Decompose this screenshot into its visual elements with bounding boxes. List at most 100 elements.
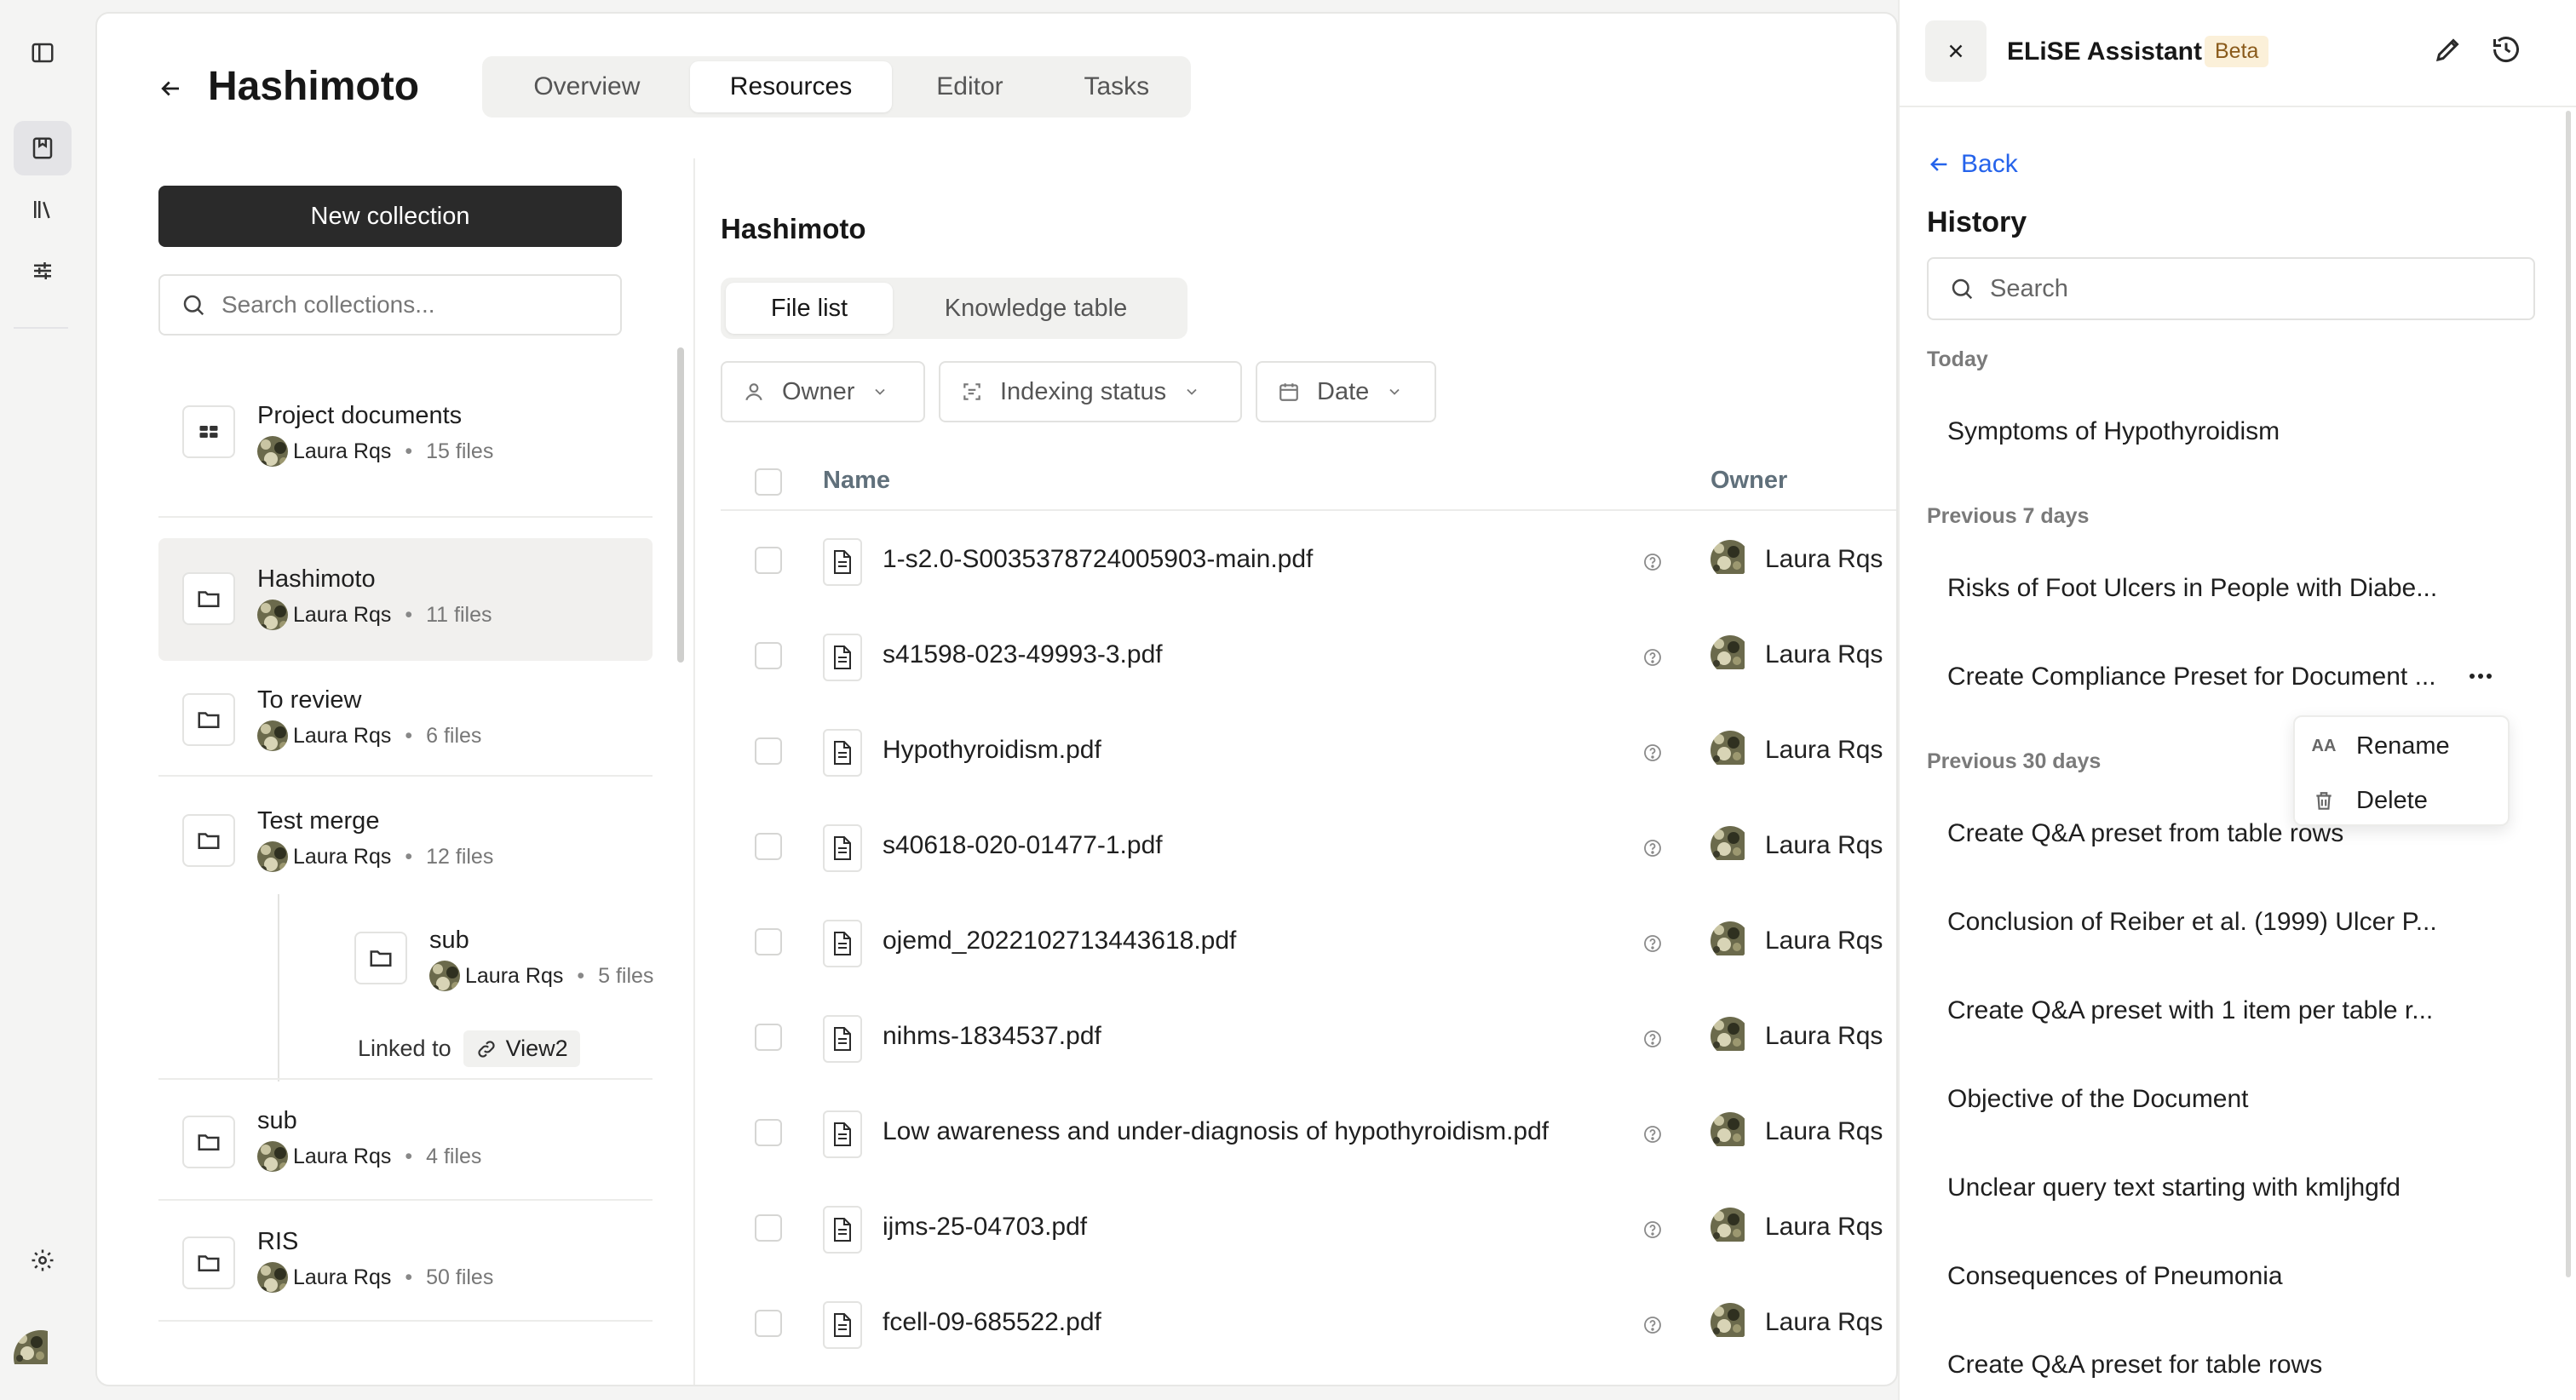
row-checkbox[interactable] (755, 1310, 782, 1337)
edit-pencil-icon[interactable] (2433, 34, 2464, 65)
collection-item[interactable]: To review Laura Rqs • 6 files (158, 673, 653, 780)
avatar (1711, 731, 1750, 770)
help-circle-icon[interactable] (1642, 1124, 1663, 1145)
row-checkbox[interactable] (755, 1214, 782, 1242)
owner-name: Laura Rqs (293, 1265, 392, 1289)
tab-editor[interactable]: Editor (895, 61, 1044, 112)
new-collection-button[interactable]: New collection (158, 186, 622, 247)
column-name[interactable]: Name (823, 467, 890, 495)
tab-resources[interactable]: Resources (689, 61, 893, 112)
folder-icon (354, 932, 407, 984)
help-circle-icon[interactable] (1642, 1029, 1663, 1049)
tab-overview[interactable]: Overview (487, 61, 687, 112)
table-row[interactable]: nihms-1834537.pdf Laura Rqs (721, 990, 1896, 1085)
column-owner[interactable]: Owner (1711, 467, 1787, 495)
collection-item[interactable]: Test merge Laura Rqs • 12 files (158, 794, 653, 903)
table-row[interactable]: fcell-09-685522.pdf Laura Rqs (721, 1276, 1896, 1371)
help-circle-icon[interactable] (1642, 838, 1663, 858)
tab-tasks[interactable]: Tasks (1048, 61, 1186, 112)
close-icon[interactable] (1925, 20, 1987, 82)
collection-item-child[interactable]: sub Laura Rqs • 5 files (158, 916, 653, 1024)
file-name[interactable]: fcell-09-685522.pdf (883, 1308, 1101, 1337)
history-item[interactable]: Create Q&A preset for table rows (1947, 1351, 2322, 1380)
file-name[interactable]: Hypothyroidism.pdf (883, 736, 1101, 765)
filter-indexing-status[interactable]: Indexing status (939, 361, 1242, 422)
assistant-scrollbar[interactable] (2566, 111, 2571, 1277)
table-row[interactable]: Hypothyroidism.pdf Laura Rqs (721, 703, 1896, 799)
separator-dot: • (405, 602, 413, 627)
help-circle-icon[interactable] (1642, 552, 1663, 572)
collection-item[interactable]: RIS Laura Rqs • 50 files (158, 1213, 653, 1322)
table-row[interactable]: 1-s2.0-S0035378724005903-main.pdf Laura R… (721, 513, 1896, 608)
history-item[interactable]: Create Q&A preset from table rows (1947, 819, 2343, 848)
help-circle-icon[interactable] (1642, 933, 1663, 954)
history-item[interactable]: Objective of the Document (1947, 1085, 2249, 1114)
sidebar-toggle-icon[interactable] (14, 26, 72, 80)
select-all-checkbox[interactable] (755, 468, 782, 496)
assistant-panel: ELiSE Assistant Beta Back History Search… (1898, 0, 2576, 1400)
history-item[interactable]: Unclear query text starting with kmljhgf… (1947, 1173, 2401, 1202)
row-checkbox[interactable] (755, 642, 782, 669)
help-circle-icon[interactable] (1642, 1219, 1663, 1240)
collection-item[interactable]: sub Laura Rqs • 4 files (158, 1092, 653, 1201)
filter-owner[interactable]: Owner (721, 361, 925, 422)
collections-scrollbar[interactable] (677, 347, 684, 663)
more-options-icon[interactable] (2465, 668, 2496, 685)
separator-dot: • (577, 963, 585, 988)
rename-menu-item[interactable]: AA Rename (2310, 732, 2450, 760)
history-item[interactable]: Create Compliance Preset for Document ..… (1947, 663, 2436, 691)
file-name[interactable]: Low awareness and under-diagnosis of hyp… (883, 1117, 1549, 1146)
linked-view-chip[interactable]: View2 (463, 1030, 580, 1067)
file-name[interactable]: ojemd_2022102713443618.pdf (883, 927, 1236, 955)
history-item[interactable]: Create Q&A preset with 1 item per table … (1947, 996, 2433, 1025)
history-item[interactable]: Symptoms of Hypothyroidism (1947, 417, 2280, 446)
table-row[interactable]: ojemd_2022102713443618.pdf Laura Rqs (721, 894, 1896, 990)
tab-knowledge-table[interactable]: Knowledge table (896, 283, 1176, 334)
row-checkbox[interactable] (755, 1119, 782, 1146)
file-name[interactable]: 1-s2.0-S0035378724005903-main.pdf (883, 545, 1313, 574)
back-arrow-icon[interactable] (150, 68, 191, 109)
filter-label: Date (1317, 377, 1370, 405)
link-icon (477, 1040, 495, 1058)
row-checkbox[interactable] (755, 737, 782, 765)
table-row[interactable]: Low awareness and under-diagnosis of hyp… (721, 1085, 1896, 1180)
history-icon[interactable] (2491, 34, 2521, 65)
table-row[interactable]: s40618-020-01477-1.pdf Laura Rqs (721, 799, 1896, 894)
library-icon[interactable] (14, 182, 72, 237)
avatar (1711, 1303, 1750, 1342)
help-circle-icon[interactable] (1642, 1315, 1663, 1335)
help-circle-icon[interactable] (1642, 647, 1663, 668)
file-name[interactable]: nihms-1834537.pdf (883, 1022, 1101, 1051)
table-row[interactable]: s41598-023-49993-3.pdf Laura Rqs (721, 608, 1896, 703)
history-item[interactable]: Conclusion of Reiber et al. (1999) Ulcer… (1947, 908, 2437, 937)
row-checkbox[interactable] (755, 547, 782, 574)
separator-dot: • (405, 844, 413, 869)
back-link[interactable]: Back (1927, 150, 2018, 179)
history-title: History (1927, 206, 2027, 238)
settings-sliders-icon[interactable] (14, 244, 72, 298)
table-row[interactable]: ijms-25-04703.pdf Laura Rqs (721, 1180, 1896, 1276)
file-name[interactable]: ijms-25-04703.pdf (883, 1213, 1087, 1242)
collection-item-selected[interactable]: Hashimoto Laura Rqs • 11 files (158, 538, 653, 661)
delete-menu-item[interactable]: Delete (2310, 787, 2428, 815)
history-item[interactable]: Risks of Foot Ulcers in People with Diab… (1947, 574, 2437, 603)
file-owner: Laura Rqs (1711, 921, 1883, 961)
collection-name: To review (257, 686, 362, 714)
file-name[interactable]: s41598-023-49993-3.pdf (883, 640, 1163, 669)
projects-icon[interactable] (14, 121, 72, 175)
collection-meta: Laura Rqs • 6 files (257, 720, 481, 751)
collection-item[interactable]: Project documents Laura Rqs • 15 files (158, 358, 653, 518)
search-collections-input[interactable]: Search collections... (158, 274, 622, 336)
help-circle-icon[interactable] (1642, 743, 1663, 763)
gear-icon[interactable] (14, 1233, 72, 1288)
row-checkbox[interactable] (755, 833, 782, 860)
row-checkbox[interactable] (755, 1024, 782, 1051)
history-search-input[interactable]: Search (1927, 257, 2535, 320)
row-checkbox[interactable] (755, 928, 782, 955)
tab-file-list[interactable]: File list (726, 283, 893, 334)
rename-icon: AA (2311, 737, 2337, 755)
history-item[interactable]: Consequences of Pneumonia (1947, 1262, 2283, 1291)
user-avatar[interactable] (14, 1330, 68, 1385)
file-name[interactable]: s40618-020-01477-1.pdf (883, 831, 1163, 860)
filter-date[interactable]: Date (1256, 361, 1436, 422)
